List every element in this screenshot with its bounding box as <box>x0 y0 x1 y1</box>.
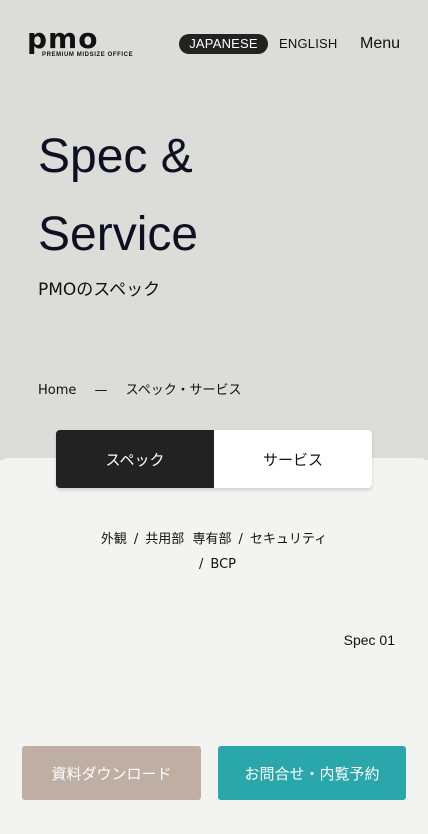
page-subtitle: PMOのスペック <box>38 280 161 300</box>
lang-japanese-button[interactable]: JAPANESE <box>179 34 268 54</box>
spec-link-private-area[interactable]: 専有部 <box>193 532 232 547</box>
spec-link-common-area[interactable]: 共用部 <box>145 532 184 547</box>
breadcrumb-current: スペック・サービス <box>125 383 242 398</box>
tab-spec[interactable]: スペック <box>56 430 214 488</box>
spec-link-exterior[interactable]: 外観 <box>101 532 127 547</box>
spec-link-separator: / <box>199 557 204 572</box>
page-title-line-1: Spec & <box>38 130 193 183</box>
spec-section-label: Spec 01 <box>343 632 395 648</box>
spec-category-links: 外観 / 共用部 専有部 / セキュリティ / BCP <box>60 527 368 577</box>
menu-button[interactable]: Menu <box>360 33 400 55</box>
page-title-line-2: Service <box>38 208 199 261</box>
spec-link-separator: / <box>133 532 139 547</box>
breadcrumb-home-link[interactable]: Home <box>38 383 76 398</box>
logo-tagline: PREMIUM MIDSIZE OFFICE <box>42 52 134 58</box>
spec-service-tabs: スペック サービス <box>56 430 372 488</box>
tab-service[interactable]: サービス <box>214 430 372 488</box>
logo-wordmark: pmo <box>27 22 99 55</box>
spec-link-separator: / <box>238 532 243 547</box>
spec-link-bcp[interactable]: BCP <box>210 557 236 572</box>
download-materials-button[interactable]: 資料ダウンロード <box>22 746 201 800</box>
breadcrumb-separator: — <box>94 383 108 398</box>
page-title: Spec & Service <box>38 118 398 274</box>
lang-english-button[interactable]: ENGLISH <box>279 34 337 54</box>
contact-viewing-button[interactable]: お問合せ・内覧予約 <box>218 746 406 800</box>
pmo-logo[interactable]: pmo PREMIUM MIDSIZE OFFICE <box>27 24 137 60</box>
spec-link-security[interactable]: セキュリティ <box>250 532 327 547</box>
breadcrumb: Home — スペック・サービス <box>38 382 242 400</box>
